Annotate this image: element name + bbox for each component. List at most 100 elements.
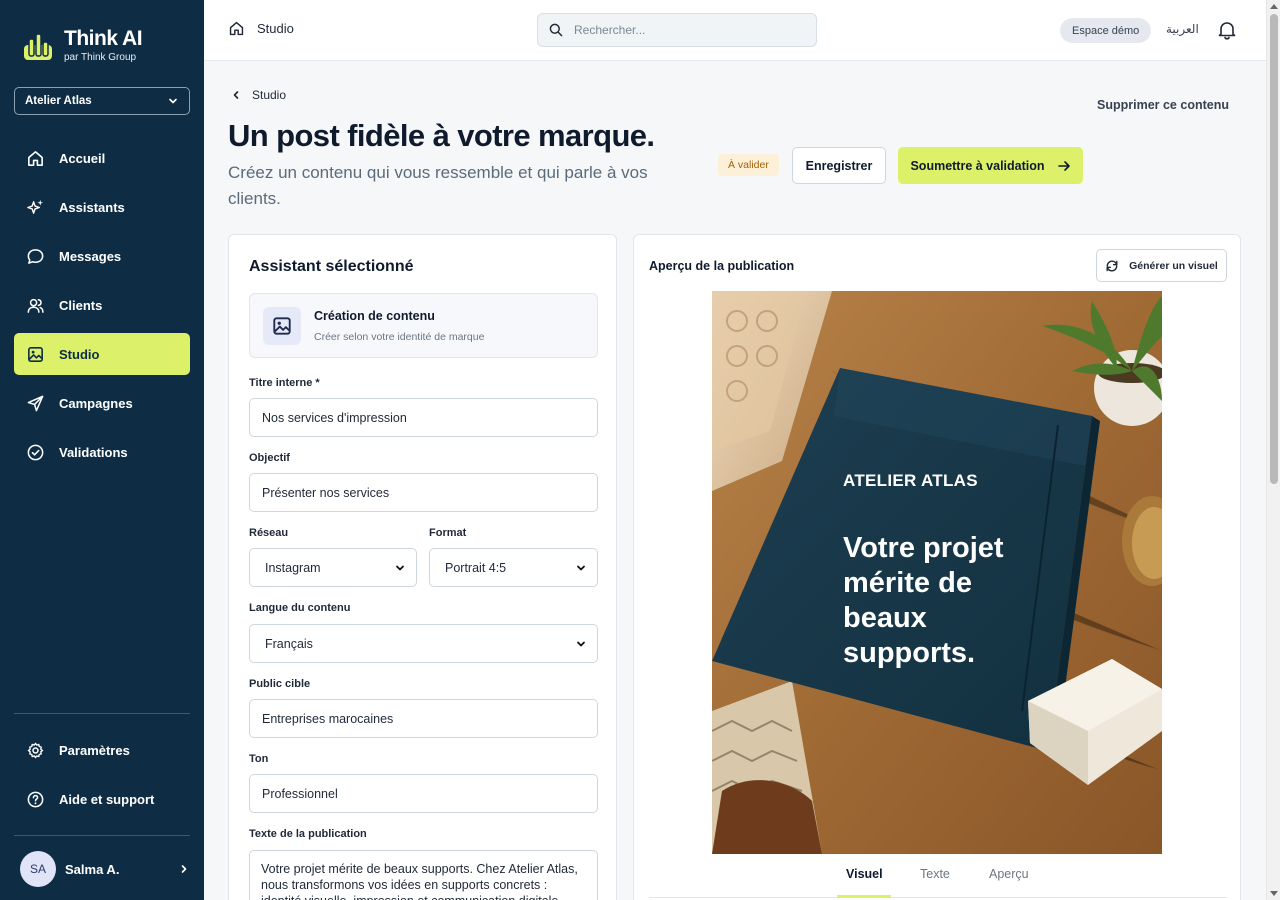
message-icon (27, 248, 44, 264)
breadcrumb: Studio (228, 20, 294, 37)
post-brand: ATELIER ATLAS (843, 471, 978, 490)
sidebar-item-label: Campagnes (59, 395, 133, 411)
page-title: Un post fidèle à votre marque. (228, 118, 655, 153)
arrow-right-icon (1057, 160, 1070, 171)
image-icon (28, 346, 43, 362)
sidebar-item-parametres[interactable]: Paramètres (14, 729, 190, 771)
submit-label: Soumettre à validation (910, 158, 1045, 173)
main-nav: Accueil Assistants Messages Clients Stud… (14, 137, 190, 480)
avatar: SA (20, 851, 56, 887)
secondary-nav: Paramètres Aide et support (14, 729, 190, 827)
search-input[interactable] (574, 23, 794, 37)
workspace-select[interactable]: Atelier Atlas (14, 87, 190, 115)
scroll-thumb[interactable] (1270, 14, 1278, 484)
internal-title-input[interactable]: Nos services d'impression (249, 398, 598, 437)
image-icon (263, 307, 301, 345)
scroll-down-arrow-icon[interactable] (1270, 891, 1278, 896)
assistant-form-card: Assistant sélectionné Création de conten… (228, 234, 617, 900)
chevron-right-icon (181, 865, 187, 873)
sidebar-item-campagnes[interactable]: Campagnes (14, 382, 190, 424)
app-subtitle: par Think Group (64, 52, 137, 63)
sidebar-item-assistants[interactable]: Assistants (14, 186, 190, 228)
sidebar-divider (14, 835, 190, 836)
card-title: Assistant sélectionné (249, 258, 414, 275)
refresh-icon (1106, 259, 1118, 272)
selected-assistant[interactable]: Création de contenu Créer selon votre id… (249, 293, 598, 358)
preview-tabs: Visuel Texte Aperçu (649, 861, 1227, 898)
sidebar-item-label: Accueil (59, 150, 106, 166)
objective-input[interactable]: Présenter nos services (249, 473, 598, 512)
generate-visual-button[interactable]: Générer un visuel (1096, 249, 1227, 282)
sidebar-item-label: Clients (59, 297, 103, 313)
sidebar-item-clients[interactable]: Clients (14, 284, 190, 326)
language-switch[interactable]: العربية (1166, 22, 1199, 36)
generate-visual-label: Générer un visuel (1129, 259, 1218, 272)
audience-label: Public cible (249, 678, 311, 690)
format-label: Format (429, 527, 467, 539)
post-text-label: Texte de la publication (249, 828, 367, 840)
back-link[interactable]: Studio (230, 88, 286, 102)
demo-badge: Espace démo (1060, 18, 1152, 43)
network-label: Réseau (249, 527, 289, 539)
sidebar-item-aide[interactable]: Aide et support (14, 778, 190, 820)
network-select[interactable]: Instagram (249, 548, 417, 587)
app-name: Think AI (64, 27, 143, 50)
status-badge: À valider (718, 154, 779, 176)
submit-validation-button[interactable]: Soumettre à validation (898, 147, 1083, 184)
sidebar-item-label: Assistants (59, 199, 125, 215)
tone-input[interactable]: Professionnel (249, 774, 598, 813)
sidebar-item-label: Aide et support (59, 791, 155, 807)
audience-input[interactable]: Entreprises marocaines (249, 699, 598, 738)
sparkles-icon (27, 199, 44, 214)
back-label: Studio (252, 88, 287, 102)
page-subtitle: Créez un contenu qui vous ressemble et q… (228, 163, 648, 208)
user-menu[interactable]: SA Salma A. (20, 851, 190, 887)
page-scrollbar[interactable] (1266, 0, 1280, 900)
search-box (537, 13, 817, 47)
sidebar-item-accueil[interactable]: Accueil (14, 137, 190, 179)
chevron-down-icon (577, 565, 585, 570)
tone-label: Ton (249, 753, 269, 765)
sidebar-item-messages[interactable]: Messages (14, 235, 190, 277)
scroll-up-arrow-icon[interactable] (1270, 4, 1278, 9)
language-select[interactable]: Français (249, 624, 598, 663)
sidebar-item-label: Paramètres (59, 742, 130, 758)
internal-title-label: Titre interne * (249, 377, 320, 389)
network-value: Instagram (265, 560, 321, 575)
gear-icon (27, 742, 44, 758)
post-headline: Votre projet mérite de beaux supports. (843, 532, 1004, 669)
language-label: Langue du contenu (249, 602, 351, 614)
logo-icon (22, 30, 54, 62)
home-icon (28, 150, 43, 166)
workspace-label: Atelier Atlas (25, 95, 92, 107)
save-button[interactable]: Enregistrer (792, 147, 886, 184)
sidebar-item-validations[interactable]: Validations (14, 431, 190, 473)
chevron-down-icon (396, 565, 404, 570)
chevron-down-icon (169, 98, 177, 104)
format-select[interactable]: Portrait 4:5 (429, 548, 598, 587)
bell-icon[interactable] (1218, 20, 1236, 40)
topbar: Studio Espace démo العربية (204, 0, 1266, 61)
home-icon[interactable] (228, 20, 245, 37)
active-tab-indicator (837, 895, 891, 898)
sidebar-item-studio[interactable]: Studio (14, 333, 190, 375)
brand[interactable]: Think AI par Think Group (22, 27, 143, 63)
tab-texte[interactable]: Texte (920, 867, 950, 881)
format-value: Portrait 4:5 (445, 560, 507, 575)
sidebar-item-label: Validations (59, 444, 128, 460)
tab-apercu[interactable]: Aperçu (989, 867, 1029, 881)
sidebar-item-label: Messages (59, 248, 122, 264)
post-text-area[interactable]: Votre projet mérite de beaux supports. C… (249, 850, 598, 900)
delete-content-link[interactable]: Supprimer ce contenu (1097, 98, 1229, 112)
users-icon (27, 298, 44, 313)
post-visual: ATELIER ATLAS Votre projet mérite de bea… (712, 291, 1162, 854)
sidebar: Think AI par Think Group Atelier Atlas A… (0, 0, 204, 900)
tab-visuel[interactable]: Visuel (846, 867, 883, 881)
help-icon (27, 791, 44, 807)
sidebar-item-label: Studio (59, 346, 100, 362)
assistant-description: Créer selon votre identité de marque (314, 331, 485, 343)
breadcrumb-current: Studio (257, 21, 294, 36)
objective-label: Objectif (249, 452, 290, 464)
sidebar-divider (14, 713, 190, 714)
preview-card: Aperçu de la publication Générer un visu… (633, 234, 1241, 900)
